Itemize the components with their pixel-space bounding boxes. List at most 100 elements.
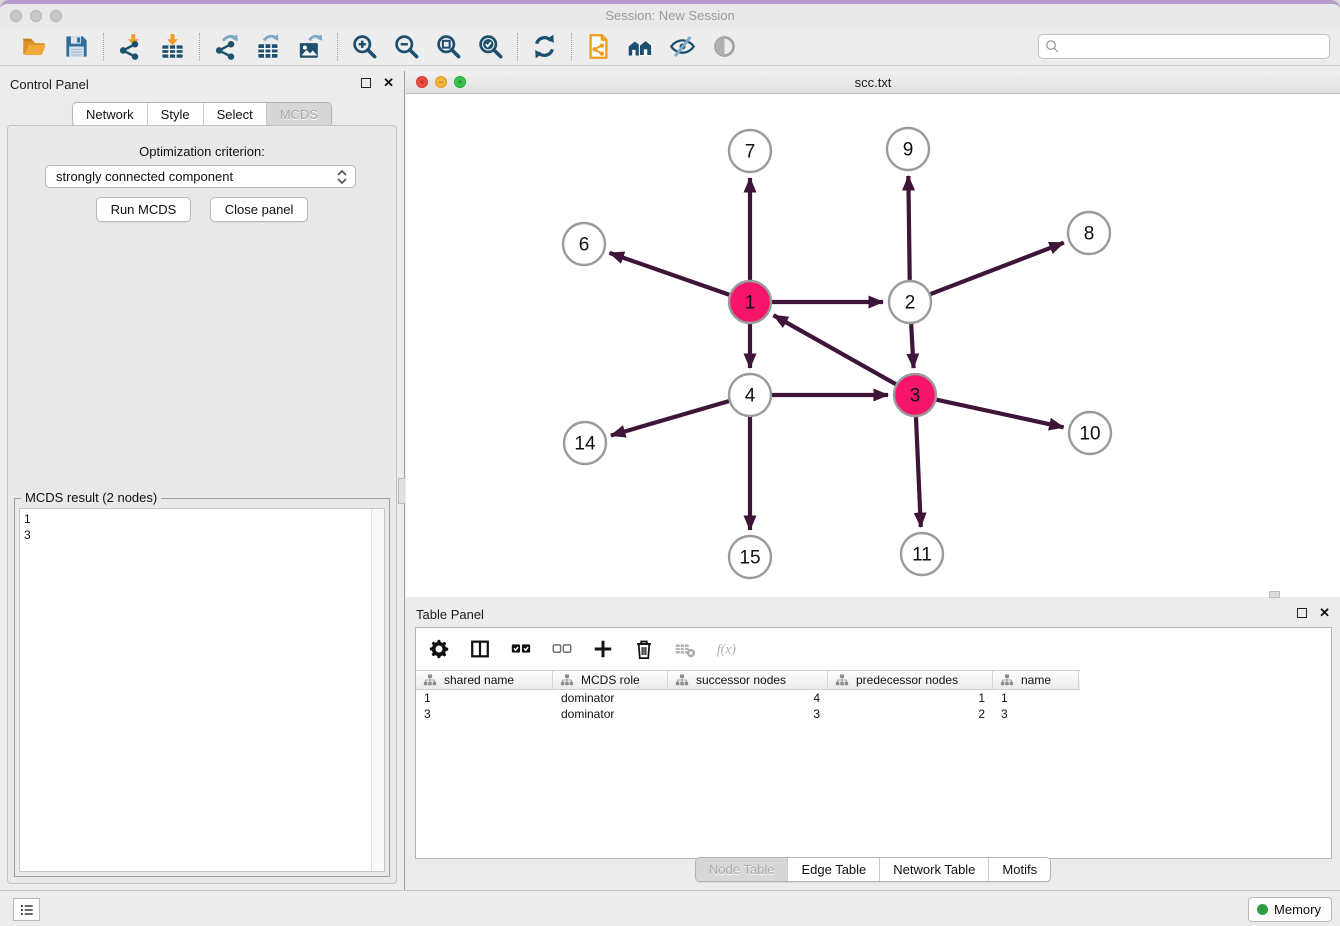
edge-1-6[interactable] (609, 253, 729, 295)
optimization-criterion-dropdown[interactable]: strongly connected component (45, 165, 356, 188)
toolbar-group (338, 33, 517, 60)
table-cell[interactable]: 4 (668, 691, 828, 705)
close-panel-button[interactable]: Close panel (210, 197, 309, 222)
edge-3-11[interactable] (916, 417, 921, 527)
result-scrollbar[interactable] (371, 509, 384, 871)
node-11[interactable]: 11 (901, 533, 943, 575)
close-panel-icon[interactable]: ✕ (383, 77, 394, 89)
main-toolbar (0, 28, 1340, 66)
toolbar-group (572, 33, 751, 60)
tab-select[interactable]: Select (203, 103, 266, 126)
zoom-out-icon[interactable] (393, 33, 420, 60)
edge-4-14[interactable] (611, 401, 729, 435)
export-network-icon[interactable] (213, 33, 240, 60)
open-folder-icon[interactable] (21, 33, 48, 60)
node-2[interactable]: 2 (889, 281, 931, 323)
tab-motifs[interactable]: Motifs (988, 858, 1050, 881)
table-row[interactable]: 1dominator411 (416, 690, 1080, 706)
close-table-panel-icon[interactable]: ✕ (1319, 607, 1330, 619)
edge-2-3[interactable] (911, 324, 913, 368)
node-label-11: 11 (912, 545, 932, 566)
edge-2-9[interactable] (908, 176, 909, 280)
column-header-shared-name[interactable]: shared name (416, 671, 553, 689)
save-icon[interactable] (63, 33, 90, 60)
tab-network[interactable]: Network (73, 103, 147, 126)
export-image-icon[interactable] (297, 33, 324, 60)
optimization-criterion-label: Optimization criterion: (8, 144, 396, 159)
mcds-result-line: 3 (24, 527, 380, 543)
node-8[interactable]: 8 (1068, 212, 1110, 254)
float-table-panel-icon[interactable] (1297, 608, 1307, 618)
mcds-result-title: MCDS result (2 nodes) (21, 490, 161, 505)
horizontal-splitter-handle[interactable] (1269, 591, 1280, 598)
table-cell[interactable]: 1 (416, 691, 553, 705)
table-cell[interactable]: 1 (993, 691, 1079, 705)
mcds-result-list[interactable]: 13 (19, 508, 385, 872)
network-overview-icon[interactable] (627, 33, 654, 60)
svg-text:f(x): f(x) (717, 642, 737, 658)
import-network-icon[interactable] (117, 33, 144, 60)
node-4[interactable]: 4 (729, 374, 771, 416)
table-row[interactable]: 3dominator323 (416, 706, 1080, 722)
node-15[interactable]: 15 (729, 536, 771, 578)
float-panel-icon[interactable] (361, 78, 371, 88)
table-cell[interactable]: 2 (828, 707, 993, 721)
column-label: name (1021, 673, 1051, 687)
node-label-15: 15 (739, 548, 760, 569)
node-6[interactable]: 6 (563, 223, 605, 265)
deselect-all-icon[interactable] (551, 638, 573, 660)
trash-icon[interactable] (633, 638, 655, 660)
node-3[interactable]: 3 (894, 374, 936, 416)
tab-edge-table[interactable]: Edge Table (787, 858, 879, 881)
node-10[interactable]: 10 (1069, 412, 1111, 454)
tab-style[interactable]: Style (147, 103, 203, 126)
node-9[interactable]: 9 (887, 128, 929, 170)
toolbar-group (8, 33, 103, 60)
tab-network-table[interactable]: Network Table (879, 858, 988, 881)
zoom-in-icon[interactable] (351, 33, 378, 60)
column-header-successor-nodes[interactable]: successor nodes (668, 671, 828, 689)
tab-mcds[interactable]: MCDS (266, 103, 331, 126)
tab-node-table[interactable]: Node Table (696, 858, 788, 881)
add-icon[interactable] (592, 638, 614, 660)
select-all-icon[interactable] (510, 638, 532, 660)
table-cell[interactable]: dominator (553, 707, 668, 721)
search-input[interactable] (1061, 35, 1329, 58)
toolbar-group (104, 33, 199, 60)
node-14[interactable]: 14 (564, 422, 606, 464)
network-graph[interactable]: 7 9 6 8 1 2 4 3 14 10 15 11 (406, 94, 1340, 597)
refresh-icon[interactable] (531, 33, 558, 60)
network-from-selection-icon[interactable] (585, 33, 612, 60)
node-1[interactable]: 1 (729, 281, 771, 323)
task-history-button[interactable] (13, 898, 40, 921)
table-panel-header: Table Panel ✕ (406, 601, 1340, 625)
edge-2-8[interactable] (931, 243, 1064, 294)
gear-icon[interactable] (428, 638, 450, 660)
memory-button[interactable]: Memory (1248, 897, 1332, 922)
search-box[interactable] (1038, 34, 1330, 59)
node-table-content: f(x) shared nameMCDS rolesuccessor nodes… (415, 627, 1332, 859)
columns-icon[interactable] (469, 638, 491, 660)
column-header-MCDS-role[interactable]: MCDS role (553, 671, 668, 689)
edge-3-10[interactable] (936, 400, 1063, 428)
column-header-name[interactable]: name (993, 671, 1079, 689)
edge-3-1[interactable] (774, 315, 896, 384)
export-table-icon[interactable] (255, 33, 282, 60)
column-header-predecessor-nodes[interactable]: predecessor nodes (828, 671, 993, 689)
table-cell[interactable]: 3 (416, 707, 553, 721)
hide-details-icon[interactable] (669, 33, 696, 60)
hierarchy-icon (675, 673, 689, 687)
zoom-selected-icon[interactable] (477, 33, 504, 60)
vertical-splitter-handle[interactable] (398, 478, 405, 504)
node-7[interactable]: 7 (729, 130, 771, 172)
hierarchy-icon (1000, 673, 1014, 687)
run-mcds-button[interactable]: Run MCDS (96, 197, 192, 222)
network-canvas[interactable]: 7 9 6 8 1 2 4 3 14 10 15 11 (406, 94, 1340, 597)
table-cell[interactable]: 3 (993, 707, 1079, 721)
table-cell[interactable]: dominator (553, 691, 668, 705)
table-cell[interactable]: 1 (828, 691, 993, 705)
table-cell[interactable]: 3 (668, 707, 828, 721)
node-label-6: 6 (579, 235, 590, 256)
zoom-fit-icon[interactable] (435, 33, 462, 60)
import-table-icon[interactable] (159, 33, 186, 60)
